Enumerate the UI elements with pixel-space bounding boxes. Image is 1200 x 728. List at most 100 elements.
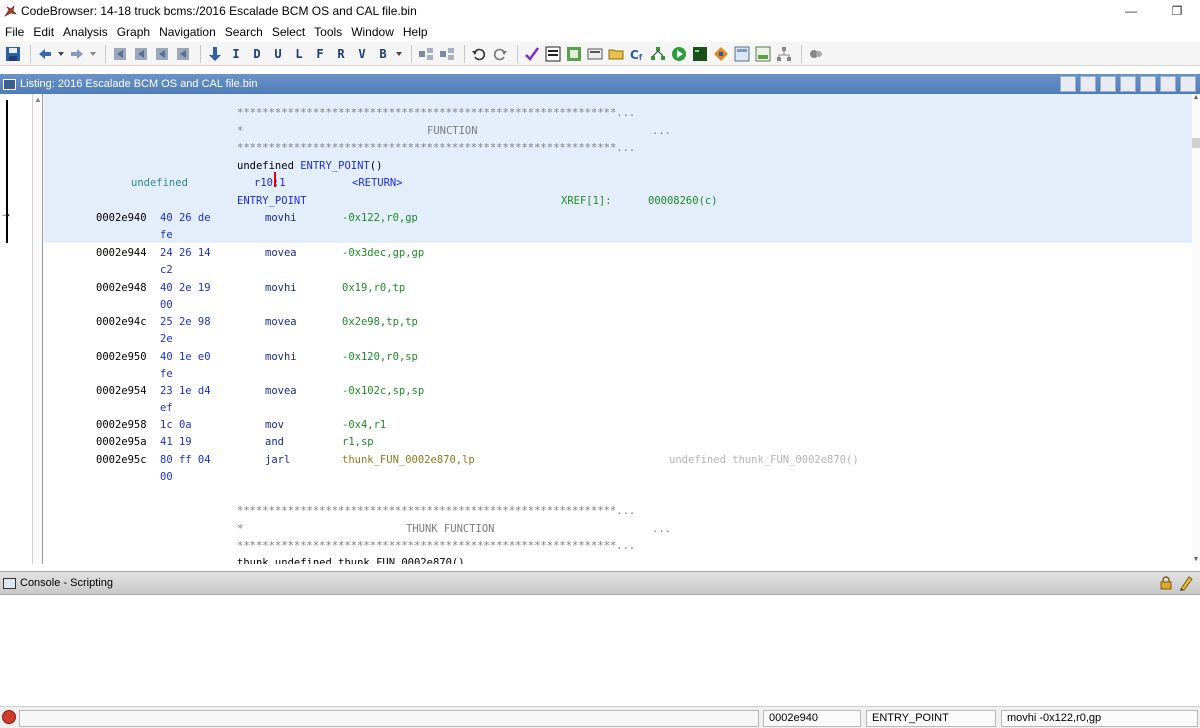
prev-data-icon[interactable] bbox=[111, 45, 129, 63]
redo-icon[interactable] bbox=[491, 45, 509, 63]
row-address: 0002e94c bbox=[96, 316, 147, 328]
next-bookmark-letter[interactable]: B bbox=[374, 45, 392, 63]
scroll-down-icon[interactable]: ▼ bbox=[1192, 556, 1200, 564]
menu-edit[interactable]: Edit bbox=[30, 25, 60, 39]
function-graph-icon[interactable] bbox=[649, 45, 667, 63]
paste-icon[interactable] bbox=[1080, 76, 1096, 92]
data-type-manager-icon[interactable] bbox=[565, 45, 583, 63]
scrollbar-thumb[interactable] bbox=[1192, 138, 1200, 148]
xref-label: XREF[1]: bbox=[561, 195, 612, 207]
menu-analysis[interactable]: Analysis bbox=[60, 25, 114, 39]
scroll-up-arrow-icon[interactable]: ▲ bbox=[34, 95, 42, 104]
restore-button[interactable]: ❐ bbox=[1154, 0, 1200, 22]
row-operands: -0x3dec,gp,gp bbox=[342, 247, 425, 259]
function-banner-ellipsis: ... bbox=[652, 125, 671, 137]
flow-icon[interactable] bbox=[417, 45, 435, 63]
next-function-letter[interactable]: F bbox=[311, 45, 329, 63]
plugin-icon[interactable] bbox=[807, 45, 825, 63]
next-value-letter[interactable]: V bbox=[353, 45, 371, 63]
back-arrow-icon[interactable] bbox=[36, 45, 54, 63]
thunk-banner-label: THUNK FUNCTION bbox=[406, 523, 495, 535]
overview-margin: ▲ bbox=[33, 94, 43, 564]
signature-return-type: undefined bbox=[237, 160, 301, 172]
ghidra-status-icon bbox=[2, 710, 16, 724]
menu-navigation[interactable]: Navigation bbox=[156, 25, 222, 39]
listing-vertical-scrollbar[interactable]: ▲ ▼ bbox=[1192, 94, 1200, 564]
forward-dropdown-icon[interactable] bbox=[89, 45, 97, 63]
row-address: 0002e95c bbox=[96, 454, 147, 466]
bytes-viewer-icon[interactable] bbox=[544, 45, 562, 63]
entry-point-label[interactable]: ENTRY_POINT bbox=[237, 194, 307, 208]
listing-title: Listing: 2016 Escalade BCM OS and CAL fi… bbox=[20, 78, 258, 90]
scroll-up-icon[interactable]: ▲ bbox=[1192, 94, 1200, 102]
forward-arrow-icon[interactable] bbox=[68, 45, 86, 63]
next-label-letter[interactable]: L bbox=[290, 45, 308, 63]
options-dropdown-icon[interactable] bbox=[1180, 76, 1196, 92]
next-data-letter[interactable]: D bbox=[248, 45, 266, 63]
next-undefined-letter[interactable]: U bbox=[269, 45, 287, 63]
row-operands: 0x19,r0,tp bbox=[342, 282, 406, 294]
prev-undefined-icon[interactable] bbox=[153, 45, 171, 63]
console-monitor-icon bbox=[3, 577, 16, 589]
program-tree-icon[interactable] bbox=[586, 45, 604, 63]
row-mnemonic: movea bbox=[265, 247, 297, 259]
snapshot-icon[interactable] bbox=[1160, 76, 1176, 92]
flow-alt-icon[interactable] bbox=[438, 45, 456, 63]
menu-file[interactable]: File bbox=[2, 25, 30, 39]
xref-address[interactable]: 00008260(c) bbox=[648, 194, 718, 208]
function-banner-top: ****************************************… bbox=[237, 107, 636, 119]
memory-map-icon[interactable] bbox=[733, 45, 751, 63]
listing-view[interactable]: → ▲ ************************************… bbox=[0, 94, 1200, 564]
row-mnemonic: jarl bbox=[265, 454, 291, 466]
return-register[interactable]: r10:1 bbox=[254, 176, 286, 190]
folder-icon[interactable] bbox=[607, 45, 625, 63]
row-bytes: 40 2e 19 bbox=[160, 282, 211, 294]
disassembly-listing[interactable]: ****************************************… bbox=[44, 94, 1192, 564]
function-call-icon[interactable]: Cf bbox=[628, 45, 646, 63]
window-controls: — ❐ bbox=[1108, 0, 1200, 22]
row-operands: 0x2e98,tp,tp bbox=[342, 316, 418, 328]
function-signature[interactable]: undefined ENTRY_POINT() bbox=[237, 159, 382, 173]
checkmark-icon[interactable] bbox=[523, 45, 541, 63]
back-dropdown-icon[interactable] bbox=[57, 45, 65, 63]
clear-console-icon[interactable] bbox=[1178, 575, 1194, 591]
row-operands: -0x120,r0,sp bbox=[342, 351, 418, 363]
symbol-table-icon[interactable] bbox=[754, 45, 772, 63]
listing-toolbar bbox=[1056, 76, 1196, 92]
minimize-button[interactable]: — bbox=[1108, 0, 1154, 22]
menu-graph[interactable]: Graph bbox=[114, 25, 156, 39]
save-icon[interactable] bbox=[4, 45, 22, 63]
cursor-select-icon[interactable] bbox=[1100, 76, 1116, 92]
toolbar-separator bbox=[105, 44, 106, 63]
row-address: 0002e944 bbox=[96, 247, 147, 259]
console-panel-header: Console - Scripting bbox=[0, 571, 1200, 595]
menu-tools[interactable]: Tools bbox=[311, 25, 348, 39]
copy-icon[interactable] bbox=[1060, 76, 1076, 92]
menu-select[interactable]: Select bbox=[269, 25, 311, 39]
signature-function-name[interactable]: ENTRY_POINT bbox=[300, 160, 370, 172]
status-instruction: movhi -0x122,r0,gp bbox=[1001, 710, 1198, 727]
lock-icon[interactable] bbox=[1158, 575, 1174, 591]
console-icon[interactable] bbox=[691, 45, 709, 63]
down-arrow-icon[interactable] bbox=[206, 45, 224, 63]
field-edit-icon[interactable] bbox=[1120, 76, 1136, 92]
next-instruction-letter[interactable]: I bbox=[227, 45, 245, 63]
decompiler-icon[interactable] bbox=[712, 45, 730, 63]
next-reference-letter[interactable]: R bbox=[332, 45, 350, 63]
menu-search[interactable]: Search bbox=[222, 25, 269, 39]
toolbar-separator bbox=[801, 44, 802, 63]
undo-icon[interactable] bbox=[470, 45, 488, 63]
prev-instruction-icon[interactable] bbox=[132, 45, 150, 63]
bookmark-dropdown-icon[interactable] bbox=[395, 45, 403, 63]
menu-bar: File Edit Analysis Graph Navigation Sear… bbox=[0, 22, 1200, 41]
console-output[interactable] bbox=[0, 596, 1200, 701]
menu-help[interactable]: Help bbox=[400, 25, 434, 39]
status-function: ENTRY_POINT bbox=[866, 710, 996, 727]
network-icon[interactable] bbox=[775, 45, 793, 63]
menu-window[interactable]: Window bbox=[348, 25, 400, 39]
row-mnemonic: and bbox=[265, 436, 284, 448]
row-operands[interactable]: thunk_FUN_0002e870,lp bbox=[342, 453, 475, 467]
diff-icon[interactable] bbox=[1140, 76, 1156, 92]
prev-label-icon[interactable] bbox=[174, 45, 192, 63]
run-script-icon[interactable] bbox=[670, 45, 688, 63]
